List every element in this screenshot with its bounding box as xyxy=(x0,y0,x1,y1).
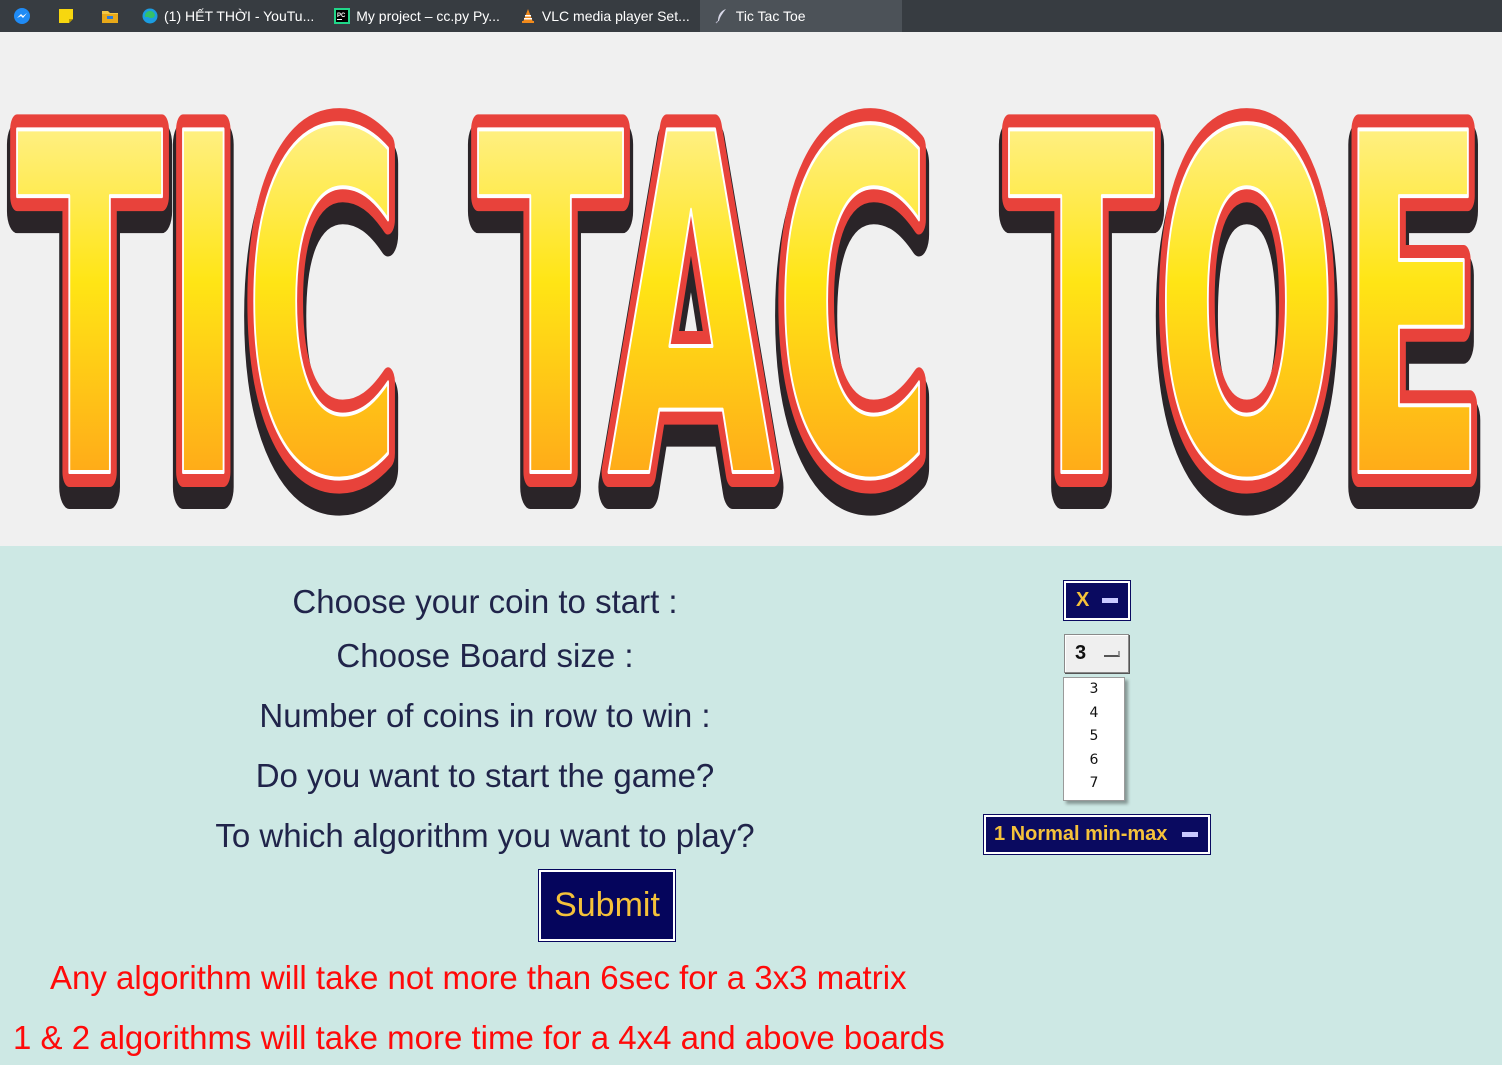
messenger-icon[interactable] xyxy=(0,0,44,32)
tab-label: VLC media player Set... xyxy=(541,8,690,24)
board-size-option[interactable]: 3 xyxy=(1064,678,1124,702)
feather-icon xyxy=(714,8,730,24)
algorithm-label: To which algorithm you want to play? xyxy=(215,817,755,854)
tab-vlc[interactable]: VLC media player Set... xyxy=(510,0,700,32)
submit-button[interactable]: Submit xyxy=(539,870,675,941)
board-size-option[interactable]: 7 xyxy=(1064,772,1124,796)
pycharm-icon: PC xyxy=(334,8,351,24)
option-menu-indicator-icon xyxy=(1104,650,1120,657)
board-size-select[interactable]: 3 xyxy=(1064,634,1129,673)
coin-label: Choose your coin to start : xyxy=(292,583,678,620)
sticky-notes-icon[interactable] xyxy=(44,0,88,32)
algorithm-select-value: 1 Normal min-max xyxy=(994,823,1168,845)
coin-select-value: X xyxy=(1076,589,1090,611)
tab-pycharm[interactable]: PC My project – cc.py Py... xyxy=(324,0,510,32)
win-length-label: Number of coins in row to win : xyxy=(259,697,711,734)
board-size-option[interactable]: 5 xyxy=(1064,725,1124,749)
taskbar: (1) HẾT THỜI - YouTu... PC My project – … xyxy=(0,0,1502,32)
tab-youtube[interactable]: (1) HẾT THỜI - YouTu... xyxy=(132,0,324,32)
board-size-select-value: 3 xyxy=(1075,642,1087,664)
algorithm-select[interactable]: 1 Normal min-max xyxy=(984,815,1210,854)
start-game-label: Do you want to start the game? xyxy=(255,757,715,794)
banner: TIC TAC TOE TIC TAC TOE TIC TAC TOE xyxy=(0,32,1502,546)
note-4x4: 1 & 2 algorithms will take more time for… xyxy=(13,1019,945,1056)
tab-label: My project – cc.py Py... xyxy=(356,8,500,24)
coin-select[interactable]: X xyxy=(1064,581,1130,620)
board-size-dropdown: 3 4 5 6 7 xyxy=(1063,677,1125,801)
tab-label: Tic Tac Toe xyxy=(735,8,806,24)
tab-label: (1) HẾT THỜI - YouTu... xyxy=(164,8,315,24)
file-explorer-icon[interactable] xyxy=(88,0,132,32)
board-size-option[interactable]: 6 xyxy=(1064,749,1124,773)
svg-text:PC: PC xyxy=(337,13,346,19)
option-menu-indicator-icon xyxy=(1182,832,1198,837)
board-size-label: Choose Board size : xyxy=(336,637,634,674)
board-size-option[interactable]: 4 xyxy=(1064,702,1124,726)
note-3x3: Any algorithm will take not more than 6s… xyxy=(50,959,907,996)
tab-tic-tac-toe[interactable]: Tic Tac Toe xyxy=(699,0,902,32)
option-menu-indicator-icon xyxy=(1102,598,1118,603)
edge-icon xyxy=(142,8,158,24)
vlc-icon xyxy=(520,8,536,24)
tic-tac-toe-logo: TIC TAC TOE TIC TAC TOE TIC TAC TOE xyxy=(0,32,1502,546)
logo-text-fill: TIC TAC TOE xyxy=(16,36,1486,546)
